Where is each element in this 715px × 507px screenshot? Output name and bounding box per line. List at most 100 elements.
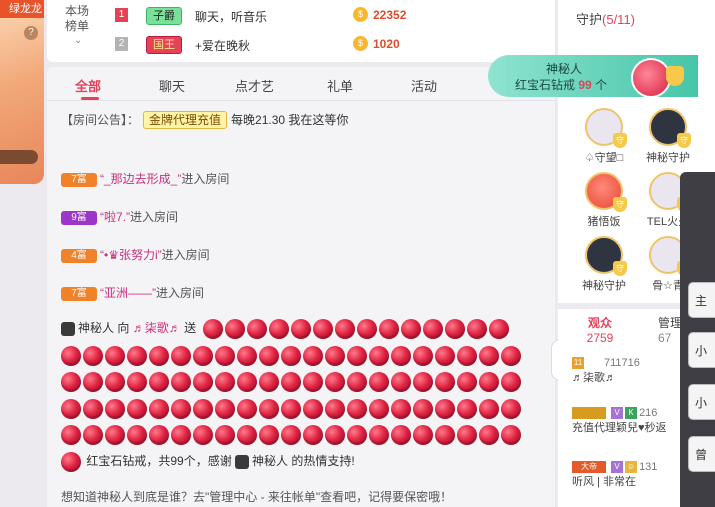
audience-id: 711716: [604, 357, 640, 369]
entry-user-name[interactable]: “啦7.”: [100, 210, 130, 224]
guard-member[interactable]: 守神秘守护: [576, 236, 632, 293]
gift-receiver[interactable]: ♬柒歌♬: [133, 321, 181, 335]
side-button-3[interactable]: 小: [688, 384, 715, 420]
rose-gift-icon: [501, 372, 521, 392]
side-button-2[interactable]: 小: [688, 332, 715, 368]
rose-gift-icon: [193, 398, 213, 419]
entry-user-name[interactable]: “亚洲——”: [100, 286, 156, 300]
ranking-title[interactable]: 本场榜单: [65, 4, 93, 34]
guard-member[interactable]: 守神秘守护: [640, 108, 696, 165]
tab-gift-list[interactable]: 礼单: [327, 76, 353, 95]
avatar: 守: [585, 172, 627, 212]
promo-banner[interactable]: 绿龙龙 ?: [0, 0, 44, 184]
rose-gift-icon: [171, 345, 191, 366]
side-toolbar: 主 小 小 曾: [680, 172, 715, 507]
rose-gift-icon: [127, 345, 147, 366]
shield-icon: 守: [613, 133, 627, 148]
rose-gift-icon: [413, 398, 433, 419]
rich-level-badge: 9富: [61, 210, 97, 225]
tab-all[interactable]: 全部: [75, 76, 101, 95]
tab-managers[interactable]: 管理 67: [658, 314, 682, 345]
gift-popup[interactable]: 神秘人 红宝石钻戒 99 个: [488, 55, 698, 98]
entry-message: 4富 “•♛张努力i”进入房间: [61, 246, 210, 263]
noble-badge: 子爵: [146, 7, 182, 25]
tab-chat[interactable]: 聊天: [159, 76, 185, 95]
avatar: 守: [649, 108, 691, 148]
rose-gift-icon: [489, 319, 510, 339]
rose-gift-icon: [401, 319, 422, 339]
rose-gift-icon: [105, 398, 125, 419]
gift-thanks-suffix: 的热情支持!: [291, 453, 355, 468]
audience-row[interactable]: V K 216 充值代理颖兒♥秒返: [572, 407, 667, 435]
k-icon: K: [625, 407, 638, 420]
popup-sender: 神秘人: [546, 62, 583, 76]
rose-gift-icon: [445, 319, 466, 339]
guard-member-name: 神秘守护: [646, 152, 690, 164]
rose-gift-icon: [171, 372, 191, 392]
rose-gift-icon: [391, 425, 411, 445]
chevron-down-icon[interactable]: ⌄: [74, 35, 82, 46]
shield-icon: [666, 66, 684, 86]
rose-gift-icon: [259, 398, 279, 419]
avatar: 守: [585, 108, 627, 148]
rose-gift-icon: [369, 425, 389, 445]
entry-message: 7富 “_那边去形成_”进入房间: [61, 170, 229, 187]
audience-id: 131: [639, 461, 658, 473]
tab-activity[interactable]: 活动: [411, 76, 437, 95]
ranking-user-name: +爱在晚秋: [195, 39, 251, 53]
vip-icon: V: [611, 461, 624, 474]
coin-icon: $: [353, 7, 368, 22]
audience-row[interactable]: 11 711716 ♬柒歌♬: [572, 357, 640, 385]
rose-gift-icon: [479, 345, 499, 366]
rose-gift-icon: [303, 345, 323, 366]
rose-gift-icon: [281, 372, 301, 392]
tab-audience[interactable]: 观众 2759: [572, 314, 628, 345]
rose-gift-icon: [435, 372, 455, 392]
user-icon: ☺: [625, 461, 638, 474]
ranking-value: 1020: [373, 37, 400, 51]
rose-gift-icon: [149, 345, 169, 366]
banner-tag: 绿龙龙: [0, 0, 44, 18]
rose-gift-icon: [347, 425, 367, 445]
noble-badge-icon: [572, 407, 606, 420]
tab-underline: [81, 97, 99, 100]
ranking-row[interactable]: 2 国王 +爱在晚秋 $ 1020: [115, 34, 545, 56]
rose-gift-icon: [413, 345, 433, 366]
guard-member[interactable]: 守猪悟饭: [576, 172, 632, 229]
mystery-tip: 想知道神秘人到底是谁？去"管理中心 - 来往帐单"查看吧，记得要保密哦！: [61, 490, 453, 504]
tab-talent[interactable]: 点才艺: [235, 76, 274, 95]
guard-title-text: 守护: [576, 12, 603, 27]
audience-row[interactable]: 大帝 V ☺ 131 听风 | 非常在: [572, 461, 657, 489]
rose-gift-icon: [259, 425, 279, 445]
help-icon[interactable]: ?: [24, 26, 38, 40]
rose-gift-icon: [457, 398, 477, 419]
ranking-row[interactable]: 1 子爵 聊天，听音乐 $ 22352: [115, 5, 545, 27]
gift-flower-grid: 神秘人 向 ♬柒歌♬ 送 红宝石钻戒，共99个，感谢 神秘人 的热情支持!: [61, 319, 529, 478]
side-button-1[interactable]: 主: [688, 282, 715, 318]
rose-gift-icon: [61, 345, 81, 366]
flower-row: [61, 372, 529, 399]
rose-gift-icon: [369, 345, 389, 366]
rose-gift-icon: [61, 398, 81, 419]
guard-member[interactable]: 守 ♤守望□: [576, 108, 632, 165]
rose-gift-icon: [325, 425, 345, 445]
entry-action: 进入房间: [156, 286, 205, 300]
rose-gift-icon: [215, 345, 235, 366]
rose-gift-icon: [479, 425, 499, 445]
chat-tabs: 全部 聊天 点才艺 礼单 活动: [47, 67, 555, 101]
rose-gift-icon: [61, 372, 81, 392]
rose-gift-icon: [83, 425, 103, 445]
rose-gift-icon: [269, 319, 290, 339]
rose-gift-icon: [149, 372, 169, 392]
rose-gift-icon: [193, 425, 213, 445]
rank-number: 1: [115, 8, 128, 22]
agent-recharge-button[interactable]: 金牌代理充值: [143, 111, 228, 129]
entry-user-name[interactable]: “_那边去形成_”: [100, 172, 181, 186]
entry-user-name[interactable]: “•♛张努力i”: [100, 248, 162, 262]
rose-gift-icon: [61, 451, 81, 472]
side-button-4[interactable]: 曾: [688, 436, 715, 472]
gift-to: 向: [117, 321, 130, 336]
rose-gift-icon: [105, 425, 125, 445]
rose-gift-icon: [61, 425, 81, 445]
entry-action: 进入房间: [130, 210, 179, 224]
